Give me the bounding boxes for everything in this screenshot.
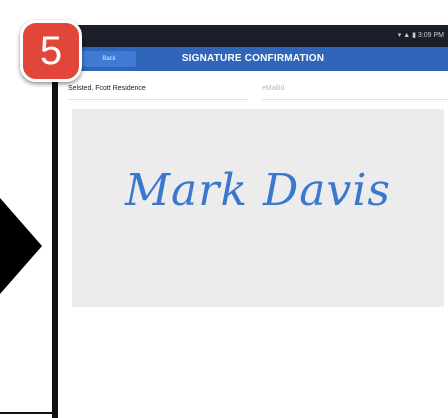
back-button[interactable]: Back [82,51,136,67]
location-field[interactable]: Selsted, Fcott Residence [68,85,248,100]
tablet-frame: ▾ ▲ ▮ 3:09 PM SIGNATURE CONFIRMATION Bac… [52,25,448,418]
email-field[interactable]: eMailId [262,85,448,100]
signature-pad[interactable]: Mark Davis [72,109,444,307]
app-screen: ▾ ▲ ▮ 3:09 PM SIGNATURE CONFIRMATION Bac… [58,25,448,418]
status-time: 3:09 PM [417,32,444,39]
status-icons: ▾ ▲ ▮ [397,32,416,39]
step-badge: 5 [20,20,82,82]
app-bar: SIGNATURE CONFIRMATION Back [58,47,448,71]
status-bar: ▾ ▲ ▮ 3:09 PM [58,25,448,47]
signature-text: Mark Davis [125,165,391,216]
form-row: Selsted, Fcott Residence eMailId [58,85,448,101]
pointer-arrow-icon [0,198,42,294]
